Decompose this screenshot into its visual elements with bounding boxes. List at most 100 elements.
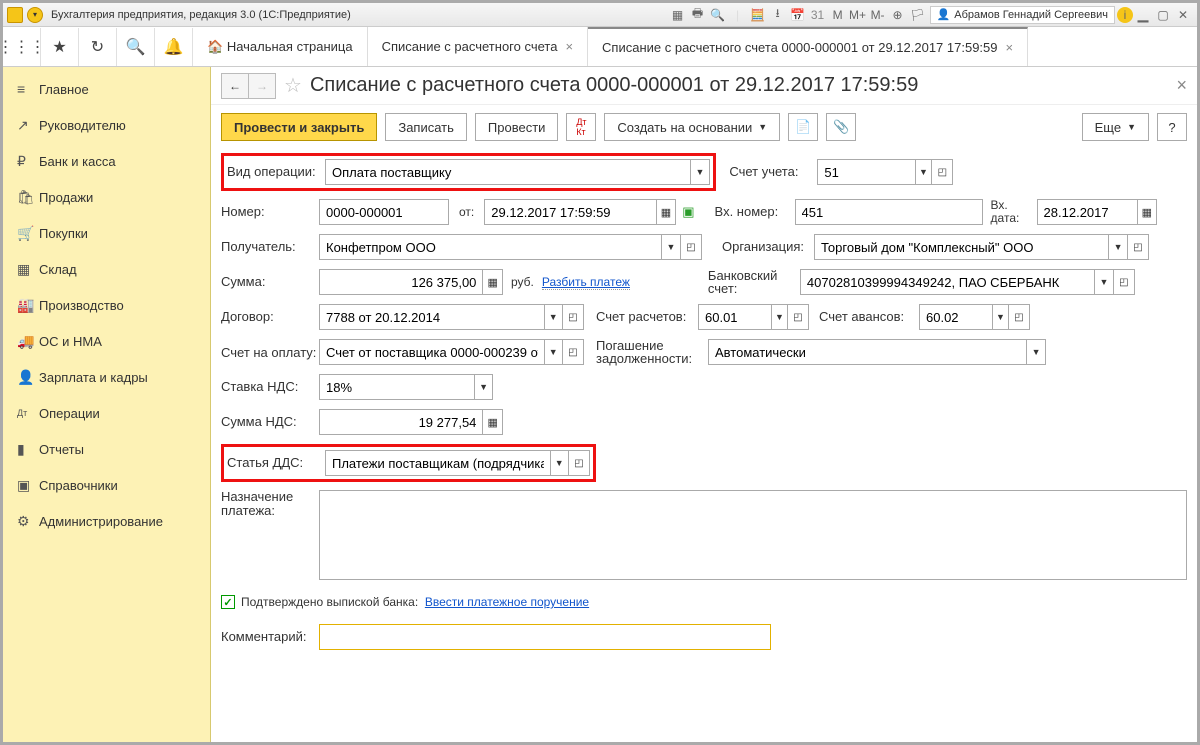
chevron-down-icon[interactable]: ▼ [992,305,1008,329]
print-form-button[interactable]: 📄 [788,113,818,141]
vat-sum-input[interactable]: ▦ [319,409,503,435]
m-plus-icon[interactable]: M+ [848,6,868,24]
post-close-button[interactable]: Провести и закрыть [221,113,377,141]
comment-input[interactable] [319,624,771,650]
sidebar-item-manager[interactable]: ↗Руководителю [3,107,210,143]
tab-home[interactable]: 🏠 Начальная страница [193,27,368,66]
recipient-select[interactable]: ▼ [319,234,681,260]
sidebar-item-assets[interactable]: 🚚ОС и НМА [3,323,210,359]
chevron-down-icon[interactable]: ▼ [474,375,492,399]
chevron-down-icon[interactable]: ▼ [550,451,568,475]
settl-acc-select[interactable]: ▼ [698,304,788,330]
op-type-input[interactable] [326,165,690,180]
chevron-down-icon[interactable]: ▼ [915,160,932,184]
calc-icon[interactable]: 🧮 [748,6,768,24]
in-date-input[interactable]: ▦ [1037,199,1157,225]
open-icon[interactable]: ◰ [1113,269,1135,295]
info-icon[interactable]: i [1117,7,1133,23]
calc-icon[interactable]: ▦ [482,270,502,294]
open-icon[interactable]: ◰ [568,450,590,476]
post-button[interactable]: Провести [475,113,559,141]
org-select[interactable]: ▼ [814,234,1128,260]
contract-select[interactable]: ▼ [319,304,563,330]
confirmed-checkbox[interactable]: ✓ [221,595,235,609]
save-button[interactable]: Записать [385,113,467,141]
sidebar-item-payroll[interactable]: 👤Зарплата и кадры [3,359,210,395]
nav-forward-button[interactable]: → [248,73,276,99]
nav-back-button[interactable]: ← [221,73,249,99]
sidebar-item-purchases[interactable]: 🛒Покупки [3,215,210,251]
sidebar-item-reports[interactable]: ▮Отчеты [3,431,210,467]
chevron-down-icon[interactable]: ▼ [544,340,562,364]
chevron-down-icon[interactable]: ▼ [544,305,562,329]
adv-acc-select[interactable]: ▼ [919,304,1009,330]
m-icon[interactable]: M [828,6,848,24]
search-icon[interactable]: 🔍 [117,28,155,66]
chevron-down-icon[interactable]: ▼ [661,235,680,259]
calendar-icon[interactable]: ▦ [656,200,676,224]
dds-select[interactable]: ▼ [325,450,569,476]
dtkt-button[interactable]: ДтКт [566,113,596,141]
calc-icon[interactable]: ▦ [482,410,502,434]
open-icon[interactable]: ◰ [562,304,584,330]
close-page-icon[interactable]: × [1176,75,1187,96]
calendar-icon[interactable]: 📅 [788,6,808,24]
bookmark-icon[interactable]: 🏳 [908,6,928,24]
vat-rate-select[interactable]: ▼ [319,374,493,400]
open-icon[interactable]: ◰ [787,304,809,330]
toolbar-icon-1[interactable]: ▦ [668,6,688,24]
star-icon[interactable]: ★ [41,28,79,66]
close-button[interactable]: ✕ [1173,6,1193,24]
number-input[interactable] [319,199,449,225]
close-icon[interactable]: × [1006,40,1014,55]
sidebar-item-production[interactable]: 🏭Производство [3,287,210,323]
tab-1[interactable]: Списание с расчетного счета× [368,27,588,66]
sidebar-item-operations[interactable]: ДтОперации [3,395,210,431]
m-minus-icon[interactable]: M- [868,6,888,24]
create-based-button[interactable]: Создать на основании▼ [604,113,780,141]
close-icon[interactable]: × [565,39,573,54]
invoice-select[interactable]: ▼ [319,339,563,365]
enter-order-link[interactable]: Ввести платежное поручение [425,595,589,609]
date-icon[interactable]: 31 [808,6,828,24]
chevron-down-icon[interactable]: ▼ [1026,340,1045,364]
split-payment-link[interactable]: Разбить платеж [542,275,630,290]
maximize-button[interactable]: ▢ [1153,6,1173,24]
history-icon[interactable]: ↻ [79,28,117,66]
open-icon[interactable]: ◰ [931,159,953,185]
in-number-input[interactable] [795,199,983,225]
user-badge[interactable]: 👤Абрамов Геннадий Сергеевич [930,6,1115,24]
sidebar-item-bank[interactable]: ₽Банк и касса [3,143,210,179]
date-input[interactable]: ▦ [484,199,676,225]
chevron-down-icon[interactable]: ▼ [1108,235,1127,259]
sidebar-item-stock[interactable]: ▦Склад [3,251,210,287]
sidebar-item-admin[interactable]: ⚙Администрирование [3,503,210,539]
open-icon[interactable]: ◰ [680,234,702,260]
clock-icon[interactable]: ⊕ [888,6,908,24]
sidebar-item-main[interactable]: ≡Главное [3,71,210,107]
preview-icon[interactable]: 🔍 [708,6,728,24]
bell-icon[interactable]: 🔔 [155,28,193,66]
chevron-down-icon[interactable]: ▼ [771,305,787,329]
calendar-icon[interactable]: ▦ [1137,200,1155,224]
purpose-textarea[interactable] [319,490,1187,580]
account-select[interactable]: ▼ [817,159,932,185]
open-icon[interactable]: ◰ [1008,304,1030,330]
minimize-button[interactable]: ▁ [1133,6,1153,24]
sum-input[interactable]: ▦ [319,269,503,295]
sidebar-item-catalogs[interactable]: ▣Справочники [3,467,210,503]
chevron-down-icon[interactable]: ▼ [1094,270,1113,294]
tab-2[interactable]: Списание с расчетного счета 0000-000001 … [588,27,1028,66]
apps-grid-icon[interactable]: ⋮⋮⋮ [3,28,41,66]
chevron-down-icon[interactable]: ▼ [690,160,709,184]
open-icon[interactable]: ◰ [562,339,584,365]
debt-select[interactable]: ▼ [708,339,1046,365]
download-icon[interactable]: ⭳ [768,6,788,24]
favorite-icon[interactable]: ☆ [284,73,302,98]
sidebar-item-sales[interactable]: 🛍Продажи [3,179,210,215]
attach-button[interactable]: 📎 [826,113,856,141]
dropdown-circle-icon[interactable]: ▾ [27,7,43,23]
open-icon[interactable]: ◰ [1127,234,1149,260]
op-type-select[interactable]: ▼ [325,159,710,185]
help-button[interactable]: ? [1157,113,1187,141]
